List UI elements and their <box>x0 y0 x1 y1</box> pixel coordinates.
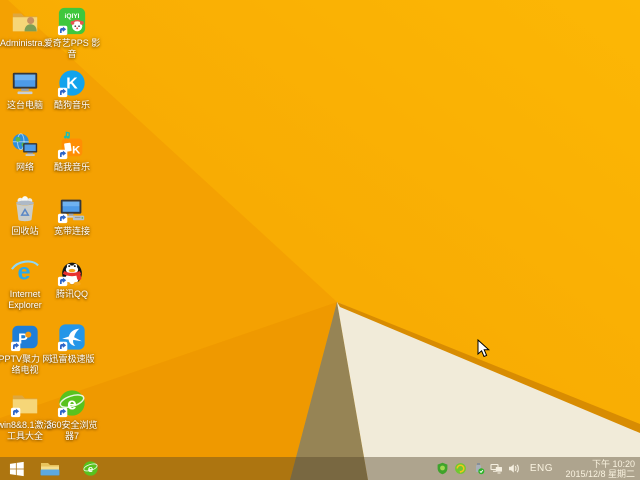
desktop-icon-label: 360安全浏览器7 <box>46 420 98 441</box>
tray-icon-group <box>436 462 521 475</box>
tray-icon-360-antivirus-ball[interactable] <box>454 462 467 475</box>
taskbar: e ENG 下午 10:20 2015/12/8 星期二 <box>0 457 640 480</box>
desktop-icon-label: 宽带连接 <box>53 226 90 236</box>
tray-icon-360-safeguard-shield[interactable] <box>436 462 449 475</box>
desktop-icon-kuwo-music[interactable]: K 酷我音乐 <box>49 130 95 173</box>
pptv-icon: P <box>10 325 38 352</box>
tray-icon-usb-safely-remove[interactable] <box>472 462 485 475</box>
broadband-connection-icon <box>57 199 85 224</box>
desktop-icon-label: 腾讯QQ <box>55 289 88 299</box>
language-indicator[interactable]: ENG <box>530 463 553 474</box>
svg-text:K: K <box>72 144 81 156</box>
taskbar-pinned-apps: e <box>34 457 104 480</box>
mouse-cursor <box>477 339 490 358</box>
clock-time: 下午 10:20 <box>591 458 635 469</box>
tray-icon-volume[interactable] <box>508 462 521 475</box>
win8-activation-tools-folder-icon <box>10 395 38 418</box>
desktop-icon-kugou-music[interactable]: K 酷狗音乐 <box>49 68 95 111</box>
desktop-icon-label: 迅雷极速版 <box>49 354 95 364</box>
desktop-icon-grid: Administra... iQIYI 爱奇艺PPS 影音 这台电脑 K 酷狗音乐 网络 K 酷… <box>0 0 640 457</box>
desktop-icon-label: 酷我音乐 <box>53 162 90 172</box>
desktop-icon-iqiyi-pps[interactable]: iQIYI 爱奇艺PPS 影音 <box>44 6 100 60</box>
tray-icon-network-status[interactable] <box>490 462 503 475</box>
desktop-icon-xunlei-thunder[interactable]: 迅雷极速版 <box>49 322 95 365</box>
svg-text:e: e <box>87 464 92 475</box>
svg-text:K: K <box>66 76 78 93</box>
kuwo-music-icon: K <box>57 131 83 160</box>
iqiyi-pps-icon: iQIYI <box>57 7 86 36</box>
360-safe-browser-icon: e <box>57 390 85 418</box>
system-tray: ENG 下午 10:20 2015/12/8 星期二 <box>436 457 640 480</box>
desktop[interactable]: Administra... iQIYI 爱奇艺PPS 影音 这台电脑 K 酷狗音乐 网络 K 酷… <box>0 0 640 480</box>
taskbar-clock[interactable]: 下午 10:20 2015/12/8 星期二 <box>561 459 635 479</box>
desktop-icon-360-safe-browser[interactable]: e 360安全浏览器7 <box>46 388 98 442</box>
administrator-folder-icon <box>12 13 38 32</box>
taskbar-button-360-browser[interactable]: e <box>76 457 104 480</box>
desktop-icon-broadband-connection[interactable]: 宽带连接 <box>49 194 95 237</box>
tencent-qq-icon <box>57 262 82 287</box>
windows-logo-icon <box>7 460 27 478</box>
desktop-icon-label: 爱奇艺PPS 影音 <box>43 38 101 59</box>
clock-date: 2015/12/8 星期二 <box>565 468 635 479</box>
svg-text:e: e <box>67 395 76 414</box>
desktop-icon-tencent-qq[interactable]: 腾讯QQ <box>49 257 95 300</box>
desktop-icon-pptv[interactable]: P PPTV聚力 网络电视 <box>0 322 52 376</box>
xunlei-thunder-icon <box>57 324 85 352</box>
svg-text:iQIYI: iQIYI <box>65 13 80 20</box>
360-browser-icon: e <box>82 460 99 477</box>
internet-explorer-icon: e <box>11 259 39 285</box>
this-pc-icon <box>12 72 38 95</box>
desktop-icon-label: 酷狗音乐 <box>53 100 90 110</box>
network-icon <box>12 133 38 156</box>
file-explorer-icon <box>40 460 60 477</box>
taskbar-button-file-explorer[interactable] <box>36 457 64 480</box>
desktop-icon-internet-explorer[interactable]: e Internet Explorer <box>2 257 48 311</box>
kugou-music-icon: K <box>57 70 85 98</box>
recycle-bin-icon <box>16 196 34 222</box>
start-button[interactable] <box>0 457 34 480</box>
